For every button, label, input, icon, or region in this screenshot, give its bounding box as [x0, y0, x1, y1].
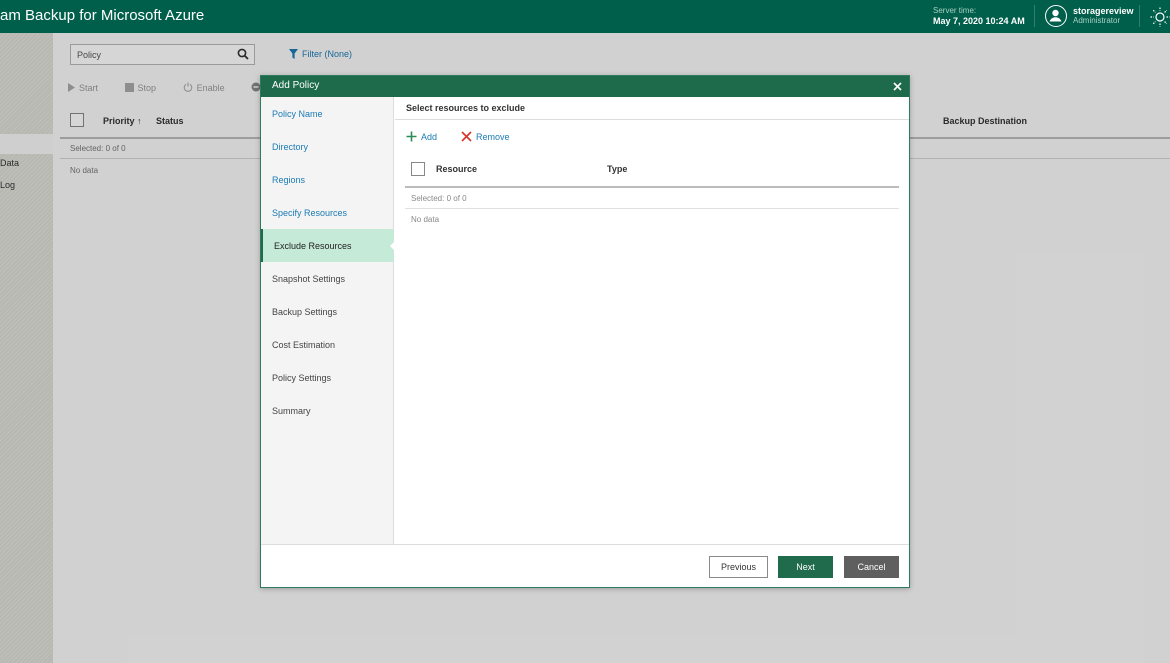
- plus-icon: [406, 131, 417, 142]
- step-policy-name[interactable]: Policy Name: [261, 97, 394, 130]
- pane-title-divider: [395, 119, 909, 120]
- user-menu[interactable]: storagereview Administrator: [1073, 6, 1134, 26]
- step-exclude-resources[interactable]: Exclude Resources: [261, 229, 395, 262]
- dialog-header: Add Policy: [261, 76, 909, 97]
- step-policy-settings[interactable]: Policy Settings: [261, 361, 394, 394]
- header-separator: [1139, 5, 1140, 27]
- server-time-label: Server time:: [933, 6, 977, 15]
- step-directory[interactable]: Directory: [261, 130, 394, 163]
- user-name: storagereview: [1073, 6, 1134, 16]
- header-separator: [1034, 5, 1035, 27]
- dialog-footer: Previous Next Cancel: [261, 544, 909, 587]
- add-policy-dialog: Add Policy Policy Name Directory Regions…: [260, 75, 910, 588]
- step-regions[interactable]: Regions: [261, 163, 394, 196]
- exclude-resources-pane: Select resources to exclude Add Remove R…: [395, 97, 909, 544]
- step-specify-resources[interactable]: Specify Resources: [261, 196, 394, 229]
- add-label: Add: [421, 132, 438, 142]
- add-button[interactable]: Add: [406, 131, 437, 142]
- resource-header-divider: [405, 186, 899, 188]
- close-icon[interactable]: [891, 80, 904, 93]
- wizard-steps: Policy Name Directory Regions Specify Re…: [261, 97, 395, 544]
- resource-selected-count: Selected: 0 of 0: [411, 194, 467, 203]
- resource-no-data: No data: [411, 215, 440, 224]
- resource-divider: [405, 208, 899, 209]
- pane-title: Select resources to exclude: [406, 103, 526, 113]
- step-backup-settings[interactable]: Backup Settings: [261, 295, 394, 328]
- column-type[interactable]: Type: [607, 164, 627, 174]
- next-button[interactable]: Next: [778, 556, 833, 578]
- step-snapshot-settings[interactable]: Snapshot Settings: [261, 262, 394, 295]
- dialog-title: Add Policy: [272, 80, 320, 91]
- column-resource[interactable]: Resource: [436, 164, 477, 174]
- remove-x-icon: [461, 131, 472, 142]
- step-cost-estimation[interactable]: Cost Estimation: [261, 328, 394, 361]
- user-avatar-icon[interactable]: [1045, 5, 1067, 27]
- resource-select-all-checkbox[interactable]: [411, 162, 425, 176]
- remove-button[interactable]: Remove: [461, 131, 510, 142]
- cancel-button[interactable]: Cancel: [844, 556, 899, 578]
- server-time-value: May 7, 2020 10:24 AM: [933, 16, 1025, 26]
- step-summary[interactable]: Summary: [261, 394, 394, 427]
- app-header: am Backup for Microsoft Azure Server tim…: [0, 0, 1170, 33]
- previous-button[interactable]: Previous: [709, 556, 768, 578]
- app-title: am Backup for Microsoft Azure: [0, 7, 205, 24]
- gear-icon[interactable]: [1148, 5, 1170, 29]
- user-role: Administrator: [1073, 16, 1121, 25]
- remove-label: Remove: [476, 132, 510, 142]
- server-time: Server time: May 7, 2020 10:24 AM: [933, 6, 1025, 26]
